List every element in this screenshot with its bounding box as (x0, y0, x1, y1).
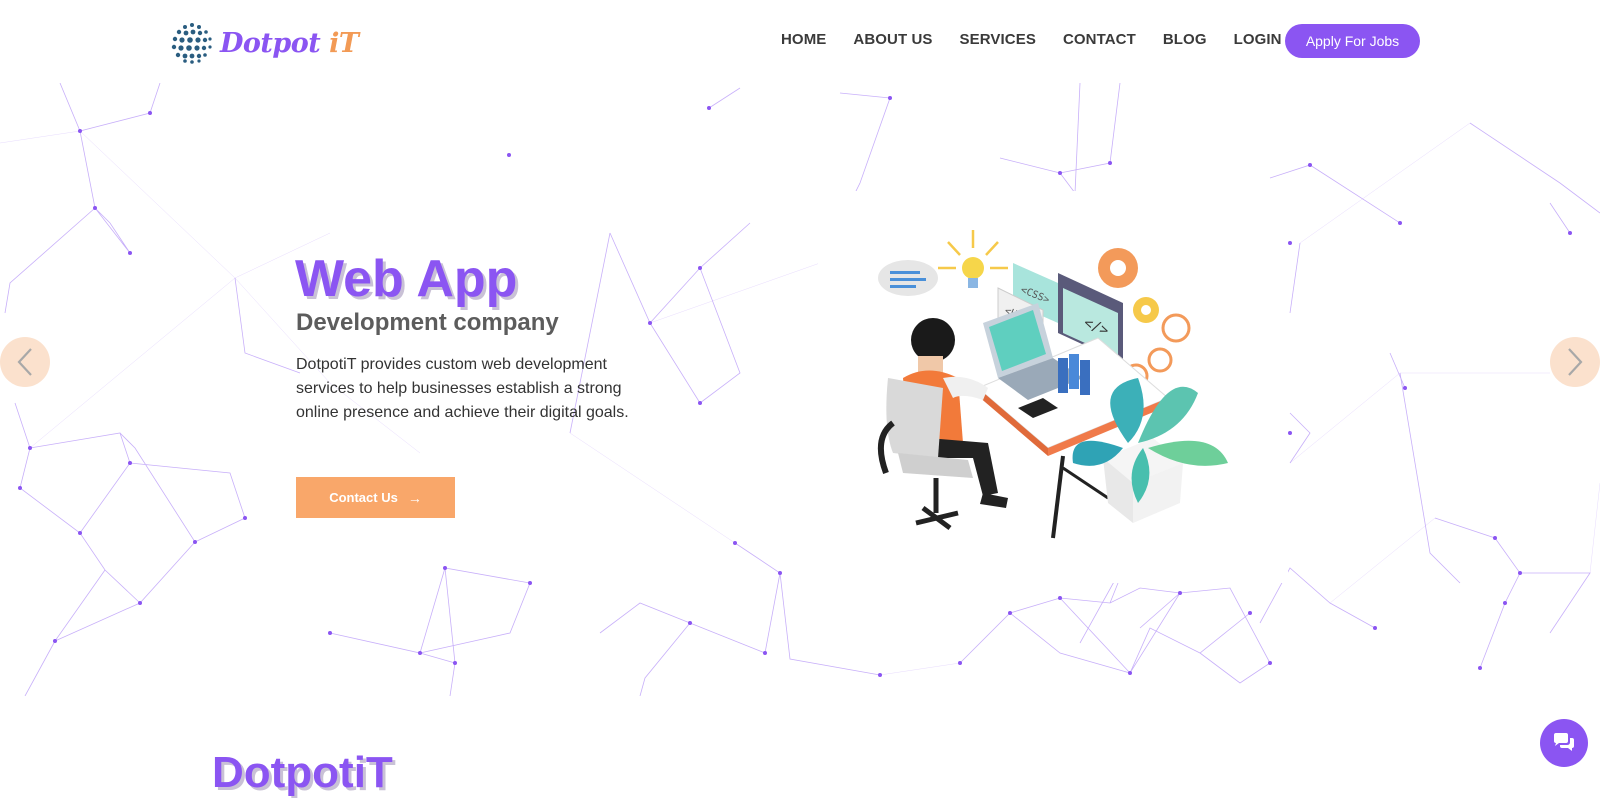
logo-text-part1: Dotpot (220, 27, 330, 59)
logo-text: Dotpot iT (220, 28, 359, 59)
chat-button[interactable] (1540, 719, 1588, 767)
hero-description: DotpotiT provides custom web development… (296, 356, 629, 421)
hero-subtitle: Development company (296, 309, 559, 336)
nav-contact[interactable]: CONTACT (1063, 31, 1136, 48)
nav-services[interactable]: SERVICES (960, 31, 1036, 48)
apply-for-jobs-button[interactable]: Apply For Jobs (1285, 24, 1420, 58)
contact-us-label: Contact Us (329, 490, 398, 505)
slider-prev-button[interactable] (0, 337, 50, 387)
logo[interactable]: Dotpot iT (170, 20, 359, 66)
hero-title: Web App (295, 250, 518, 308)
nav-login[interactable]: LOGIN (1234, 31, 1282, 48)
arrow-right-icon: → (407, 489, 422, 506)
main-nav: HOME ABOUT US SERVICES CONTACT BLOG LOGI… (781, 31, 1309, 48)
slider-next-button[interactable] (1550, 337, 1600, 387)
chevron-right-icon (1568, 348, 1583, 376)
network-background (0, 83, 1600, 696)
chevron-left-icon (17, 348, 32, 376)
nav-about-us[interactable]: ABOUT US (853, 31, 932, 48)
logo-text-part2: iT (329, 27, 359, 59)
developer-illustration: <CSS> <HTML> </> (877, 230, 1228, 539)
section-title: DotpotiT (212, 748, 393, 797)
logo-globe-icon (171, 23, 212, 64)
nav-blog[interactable]: BLOG (1163, 31, 1207, 48)
chat-icon (1554, 733, 1574, 751)
site-header: Dotpot iT HOME ABOUT US SERVICES CONTACT… (0, 0, 1600, 83)
contact-us-button[interactable]: Contact Us → (296, 477, 455, 518)
nav-home[interactable]: HOME (781, 31, 826, 48)
hero-slider: <CSS> <HTML> </> (0, 83, 1600, 696)
